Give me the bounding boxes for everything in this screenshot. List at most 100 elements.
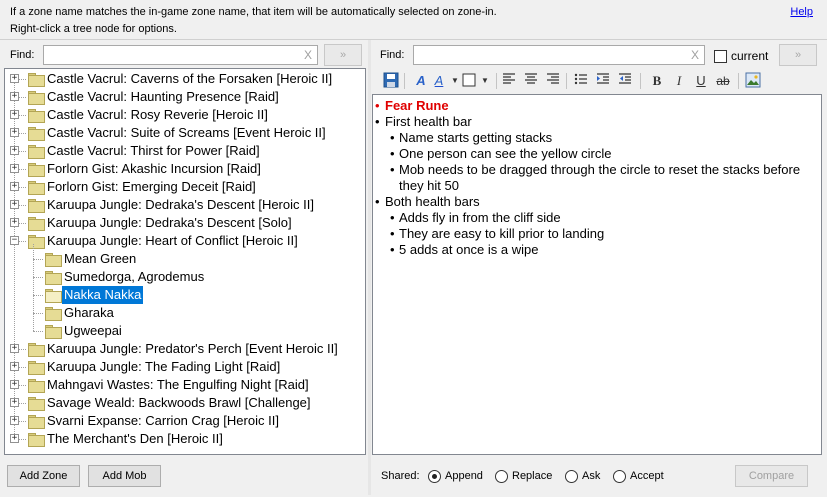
align-center-icon[interactable] (522, 72, 540, 90)
expand-icon[interactable]: + (10, 146, 19, 155)
tree-node-label[interactable]: Karuupa Jungle: Dedraka's Descent [Solo] (45, 214, 294, 232)
collapse-icon[interactable]: − (10, 236, 19, 245)
append-label[interactable]: Append (445, 470, 483, 482)
tree-node-label[interactable]: Castle Vacrul: Rosy Reverie [Heroic II] (45, 106, 270, 124)
expand-icon[interactable]: + (10, 380, 19, 389)
tree-node[interactable]: + Castle Vacrul: Suite of Screams [Event … (5, 124, 365, 142)
expand-icon[interactable]: + (10, 416, 19, 425)
bullet-list-icon[interactable] (572, 72, 590, 90)
accept-radio[interactable] (613, 470, 626, 483)
tree-node-label[interactable]: Castle Vacrul: Caverns of the Forsaken [… (45, 70, 334, 88)
info-text-line1: If a zone name matches the in-game zone … (10, 6, 497, 18)
expand-icon[interactable]: + (10, 164, 19, 173)
tree-node-label[interactable]: Castle Vacrul: Suite of Screams [Event H… (45, 124, 328, 142)
tree-child-node[interactable]: Gharaka (5, 304, 365, 322)
compare-button[interactable]: Compare (735, 465, 808, 487)
replace-label[interactable]: Replace (512, 470, 552, 482)
zone-tree[interactable]: + Castle Vacrul: Caverns of the Forsaken … (4, 68, 366, 455)
expand-icon[interactable]: + (10, 182, 19, 191)
tree-child-node[interactable]: Sumedorga, Agrodemus (5, 268, 365, 286)
tree-node[interactable]: + Svarni Expanse: Carrion Crag [Heroic II… (5, 412, 365, 430)
tree-child-node[interactable]: Mean Green (5, 250, 365, 268)
accept-label[interactable]: Accept (630, 470, 664, 482)
tree-node-label[interactable]: Karuupa Jungle: The Fading Light [Raid] (45, 358, 282, 376)
tree-node[interactable]: + Forlorn Gist: Emerging Deceit [Raid] (5, 178, 365, 196)
expand-icon[interactable]: + (10, 92, 19, 101)
tree-node[interactable]: + Karuupa Jungle: Dedraka's Descent [Hero… (5, 196, 365, 214)
replace-radio[interactable] (495, 470, 508, 483)
tree-node-label[interactable]: Karuupa Jungle: Predator's Perch [Event … (45, 340, 340, 358)
selected-tree-node-label[interactable]: Nakka Nakka (62, 286, 144, 304)
underline-icon[interactable]: U (692, 72, 710, 90)
left-find-clear-icon[interactable]: X (301, 47, 315, 63)
tree-node-label[interactable]: Sumedorga, Agrodemus (62, 268, 206, 286)
tree-child-node[interactable]: Nakka Nakka (5, 286, 365, 304)
notes-editor[interactable]: • Fear Rune • First health bar • Name starts … (372, 94, 822, 455)
tree-node-label[interactable]: Castle Vacrul: Haunting Presence [Raid] (45, 88, 281, 106)
indent-icon[interactable] (594, 72, 612, 90)
align-right-icon[interactable] (544, 72, 562, 90)
strikethrough-icon[interactable]: ab (714, 72, 732, 90)
outdent-icon[interactable] (616, 72, 634, 90)
note-line: they hit 50 (399, 178, 459, 193)
tree-node[interactable]: + Castle Vacrul: Haunting Presence [Raid] (5, 88, 365, 106)
append-radio[interactable] (428, 470, 441, 483)
italic-icon[interactable]: I (670, 72, 688, 90)
expand-icon[interactable]: + (10, 362, 19, 371)
add-zone-button[interactable]: Add Zone (7, 465, 80, 487)
expand-icon[interactable]: + (10, 110, 19, 119)
current-checkbox[interactable] (714, 50, 727, 63)
tree-child-node[interactable]: Ugweepai (5, 322, 365, 340)
align-left-icon[interactable] (500, 72, 518, 90)
expand-icon[interactable]: + (10, 218, 19, 227)
save-icon[interactable] (382, 72, 400, 90)
right-find-input[interactable] (413, 45, 705, 65)
right-find-clear-icon[interactable]: X (688, 47, 702, 63)
tree-node-label[interactable]: Forlorn Gist: Akashic Incursion [Raid] (45, 160, 263, 178)
tree-node-label[interactable]: Mahngavi Wastes: The Engulfing Night [Ra… (45, 376, 311, 394)
tree-node[interactable]: + Karuupa Jungle: The Fading Light [Raid] (5, 358, 365, 376)
expand-icon[interactable]: + (10, 344, 19, 353)
tree-node-label[interactable]: The Merchant's Den [Heroic II] (45, 430, 225, 448)
tree-node-label[interactable]: Ugweepai (62, 322, 124, 340)
bold-icon[interactable]: B (648, 72, 666, 90)
tree-node[interactable]: + Forlorn Gist: Akashic Incursion [Raid] (5, 160, 365, 178)
tree-node[interactable]: + Castle Vacrul: Caverns of the Forsaken … (5, 70, 365, 88)
tree-node[interactable]: + Savage Weald: Backwoods Brawl [Challeng… (5, 394, 365, 412)
note-line: Name starts getting stacks (399, 130, 553, 145)
left-find-input[interactable] (43, 45, 318, 65)
ask-label[interactable]: Ask (582, 470, 600, 482)
expand-icon[interactable]: + (10, 200, 19, 209)
splitter[interactable] (368, 40, 371, 495)
folder-icon (28, 343, 45, 357)
folder-icon (45, 307, 62, 321)
note-line: Mob needs to be dragged through the circ… (399, 162, 801, 177)
expand-icon[interactable]: + (10, 398, 19, 407)
tree-node[interactable]: + Mahngavi Wastes: The Engulfing Night [R… (5, 376, 365, 394)
tree-node-label[interactable]: Svarni Expanse: Carrion Crag [Heroic II] (45, 412, 281, 430)
tree-node-label[interactable]: Karuupa Jungle: Heart of Conflict [Heroi… (45, 232, 300, 250)
tree-node[interactable]: + Castle Vacrul: Thirst for Power [Raid] (5, 142, 365, 160)
tree-node[interactable]: + Castle Vacrul: Rosy Reverie [Heroic II] (5, 106, 365, 124)
expand-icon[interactable]: + (10, 74, 19, 83)
border-dropdown-icon[interactable]: ▼ (476, 72, 494, 90)
ask-radio[interactable] (565, 470, 578, 483)
right-find-go-button[interactable]: » (779, 44, 817, 66)
tree-node-label[interactable]: Savage Weald: Backwoods Brawl [Challenge… (45, 394, 313, 412)
tree-node[interactable]: + The Merchant's Den [Heroic II] (5, 430, 365, 448)
help-link[interactable]: Help (790, 6, 813, 18)
expand-icon[interactable]: + (10, 434, 19, 443)
insert-image-icon[interactable] (744, 72, 762, 90)
tree-node-label[interactable]: Forlorn Gist: Emerging Deceit [Raid] (45, 178, 258, 196)
tree-node-label[interactable]: Castle Vacrul: Thirst for Power [Raid] (45, 142, 262, 160)
tree-node-label[interactable]: Mean Green (62, 250, 138, 268)
tree-node[interactable]: + Karuupa Jungle: Dedraka's Descent [Solo… (5, 214, 365, 232)
font-icon[interactable]: A (412, 72, 430, 90)
expand-icon[interactable]: + (10, 128, 19, 137)
tree-node[interactable]: + Karuupa Jungle: Predator's Perch [Event… (5, 340, 365, 358)
add-mob-button[interactable]: Add Mob (88, 465, 161, 487)
left-find-go-button[interactable]: » (324, 44, 362, 66)
tree-node[interactable]: − Karuupa Jungle: Heart of Conflict [Hero… (5, 232, 365, 250)
tree-node-label[interactable]: Karuupa Jungle: Dedraka's Descent [Heroi… (45, 196, 316, 214)
tree-node-label[interactable]: Gharaka (62, 304, 116, 322)
